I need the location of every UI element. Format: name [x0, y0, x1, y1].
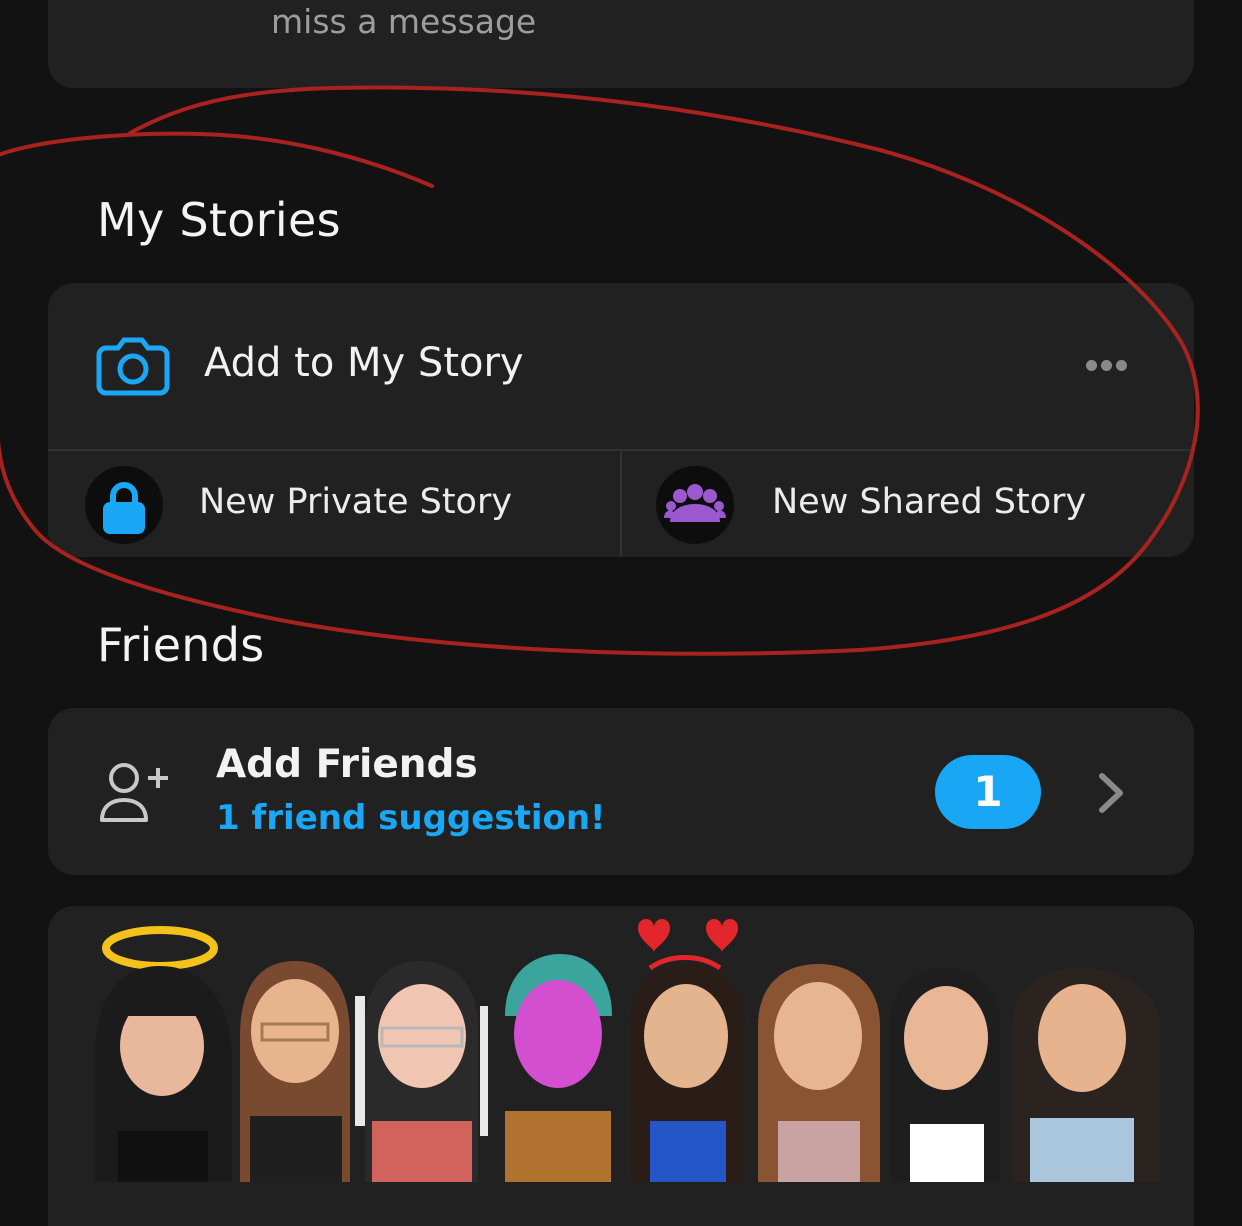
add-to-my-story-label[interactable]: Add to My Story	[204, 340, 524, 386]
friend-suggestion-text[interactable]: 1 friend suggestion!	[216, 798, 606, 838]
suggestion-count-badge: 1	[935, 755, 1041, 829]
new-private-story-label[interactable]: New Private Story	[199, 482, 512, 522]
avatar-4	[505, 954, 612, 1182]
add-friends-label[interactable]: Add Friends	[216, 742, 478, 787]
heart-icon	[706, 919, 738, 952]
my-stories-heading: My Stories	[97, 193, 341, 247]
chevron-right-icon[interactable]	[1094, 770, 1128, 816]
avatar-3	[355, 961, 488, 1182]
avatar-1	[95, 966, 232, 1182]
notification-card: miss a message	[48, 0, 1194, 88]
avatar-2	[240, 961, 350, 1182]
heart-icon	[638, 919, 670, 952]
lock-icon	[85, 466, 163, 544]
new-shared-story-label[interactable]: New Shared Story	[772, 482, 1086, 522]
halo-icon	[102, 926, 218, 970]
avatar-5	[630, 964, 745, 1182]
more-icon[interactable]	[1086, 360, 1128, 372]
avatar-7	[890, 968, 1000, 1182]
group-icon	[656, 466, 734, 544]
add-friend-icon	[100, 763, 168, 822]
friends-heading: Friends	[97, 618, 265, 672]
avatar-6	[758, 964, 880, 1182]
notification-text: miss a message	[271, 2, 537, 41]
avatar-8	[1012, 968, 1160, 1182]
bitmoji-avatars	[95, 919, 1160, 1182]
camera-icon[interactable]	[96, 334, 170, 396]
